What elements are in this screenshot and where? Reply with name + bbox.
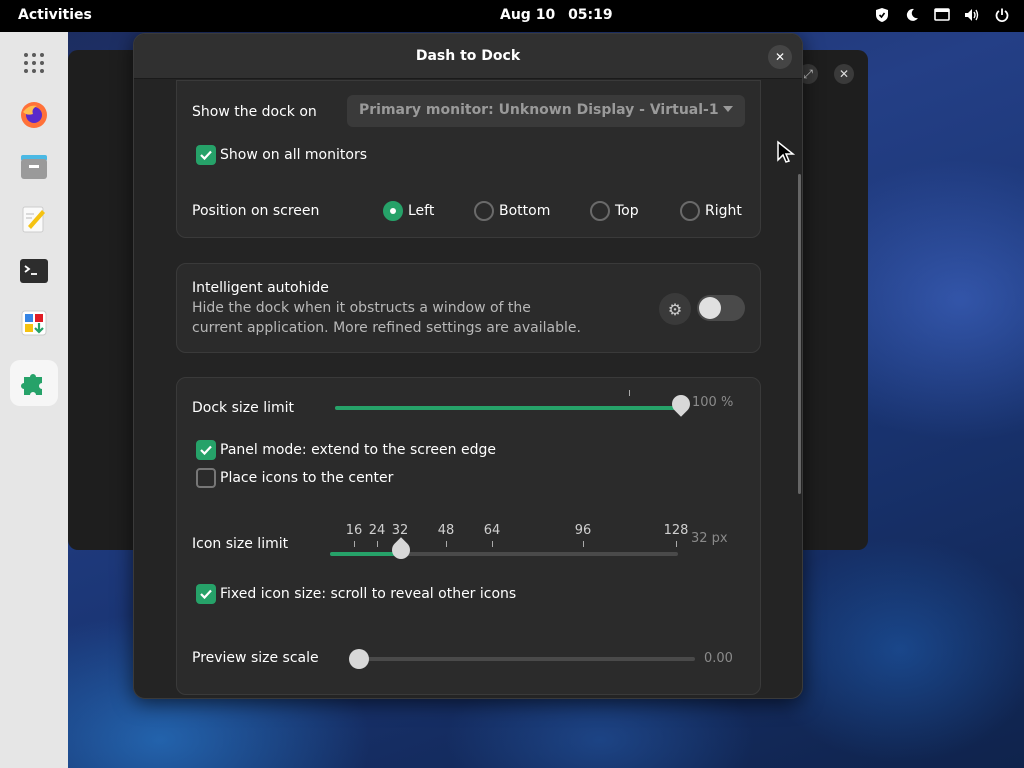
settings-content[interactable]: Show the dock on Primary monitor: Unknow… [134, 80, 802, 698]
volume-icon[interactable] [964, 6, 980, 24]
chevron-down-icon [723, 106, 733, 112]
dock-size-label: Dock size limit [192, 400, 294, 416]
preview-scale-slider-handle[interactable] [349, 649, 369, 669]
autohide-title: Intelligent autohide [192, 280, 329, 296]
switch-knob [699, 297, 721, 319]
display-icon[interactable] [934, 6, 950, 24]
power-icon[interactable] [994, 6, 1010, 24]
icon-size-slider-fill [330, 552, 400, 556]
top-bar: Activities Aug 10 05:19 [0, 0, 1024, 32]
monitor-dropdown-value: Primary monitor: Unknown Display - Virtu… [359, 102, 719, 118]
dock-size-slider-fill [335, 406, 683, 410]
icon-size-value: 32 px [691, 531, 728, 546]
icon-size-mark-64: 64 [483, 523, 501, 538]
fixed-icon-label: Fixed icon size: scroll to reveal other … [220, 586, 517, 602]
monitor-group: Show the dock on Primary monitor: Unknow… [176, 80, 761, 238]
software-icon[interactable] [10, 300, 58, 346]
monitor-dropdown[interactable]: Primary monitor: Unknown Display - Virtu… [347, 95, 745, 127]
tick-96 [583, 541, 584, 547]
dialog-title: Dash to Dock [415, 48, 521, 64]
clock-time: 05:19 [568, 7, 613, 23]
position-bottom-radio[interactable] [474, 201, 494, 221]
position-label: Position on screen [192, 203, 320, 219]
clock[interactable]: Aug 10 05:19 [500, 7, 613, 23]
preview-scale-label: Preview size scale [192, 650, 319, 666]
dock-size-slider-handle[interactable] [668, 391, 694, 417]
show-dock-on-label: Show the dock on [192, 104, 317, 120]
autohide-switch[interactable] [697, 295, 745, 321]
dialog-close-button[interactable]: ✕ [768, 45, 792, 69]
tick-128 [676, 541, 677, 547]
preview-scale-value: 0.00 [704, 651, 733, 666]
checkmark-icon [200, 150, 212, 161]
center-icons-checkbox[interactable] [196, 468, 216, 488]
dock-size-slider-track[interactable] [335, 406, 683, 410]
panel-mode-label: Panel mode: extend to the screen edge [220, 442, 496, 458]
position-bottom-label: Bottom [499, 203, 551, 219]
firefox-icon[interactable] [10, 92, 58, 138]
icon-size-mark-48: 48 [437, 523, 455, 538]
checkmark-icon [200, 445, 212, 456]
dialog-titlebar[interactable]: Dash to Dock ✕ [134, 34, 802, 79]
app-grid-icon[interactable] [10, 40, 58, 86]
fixed-icon-checkbox[interactable] [196, 584, 216, 604]
icon-size-mark-24: 24 [368, 523, 386, 538]
all-monitors-checkbox[interactable] [196, 145, 216, 165]
dash-to-dock-dialog: Dash to Dock ✕ Show the dock on Primary … [133, 33, 803, 699]
autohide-settings-button[interactable]: ⚙ [659, 293, 691, 325]
clock-date: Aug 10 [500, 7, 556, 23]
shield-icon[interactable] [874, 6, 890, 24]
tick-48 [446, 541, 447, 547]
all-monitors-label: Show on all monitors [220, 147, 367, 163]
icon-size-mark-16: 16 [345, 523, 363, 538]
icon-size-mark-32: 32 [391, 523, 409, 538]
activities-button[interactable]: Activities [18, 7, 92, 23]
terminal-icon[interactable] [10, 248, 58, 294]
icon-size-label: Icon size limit [192, 536, 289, 552]
panel-mode-checkbox[interactable] [196, 440, 216, 460]
dialog-scrollbar[interactable] [798, 174, 801, 494]
checkmark-icon [200, 589, 212, 600]
text-editor-icon[interactable] [10, 196, 58, 242]
position-left-label: Left [408, 203, 435, 219]
autohide-description-line2: current application. More refined settin… [192, 320, 581, 336]
icon-size-slider-track[interactable] [330, 552, 678, 556]
dock [0, 32, 68, 768]
position-right-label: Right [705, 203, 742, 219]
center-icons-label: Place icons to the center [220, 470, 394, 486]
system-tray[interactable] [874, 6, 1010, 24]
tick-64 [492, 541, 493, 547]
tick-16 [354, 541, 355, 547]
tick-24 [377, 541, 378, 547]
mouse-cursor-icon [777, 140, 796, 163]
position-top-radio[interactable] [590, 201, 610, 221]
dock-size-value: 100 % [692, 395, 734, 410]
night-light-icon[interactable] [904, 6, 920, 24]
close-icon[interactable]: ✕ [834, 64, 854, 84]
position-right-radio[interactable] [680, 201, 700, 221]
preview-scale-slider-track[interactable] [355, 657, 695, 661]
icon-size-slider-handle[interactable] [388, 537, 414, 563]
icon-size-mark-96: 96 [574, 523, 592, 538]
icon-size-mark-128: 128 [663, 523, 689, 538]
autohide-description-line1: Hide the dock when it obstructs a window… [192, 300, 531, 316]
position-left-radio[interactable] [383, 201, 403, 221]
gear-icon: ⚙ [667, 299, 683, 319]
puzzle-icon[interactable] [10, 360, 58, 406]
dock-size-tick [629, 390, 630, 396]
close-icon: ✕ [774, 50, 786, 64]
files-icon[interactable] [10, 144, 58, 190]
size-group: Dock size limit 100 % Panel mode: extend… [176, 377, 761, 695]
position-top-label: Top [615, 203, 639, 219]
autohide-group: Intelligent autohide Hide the dock when … [176, 263, 761, 353]
